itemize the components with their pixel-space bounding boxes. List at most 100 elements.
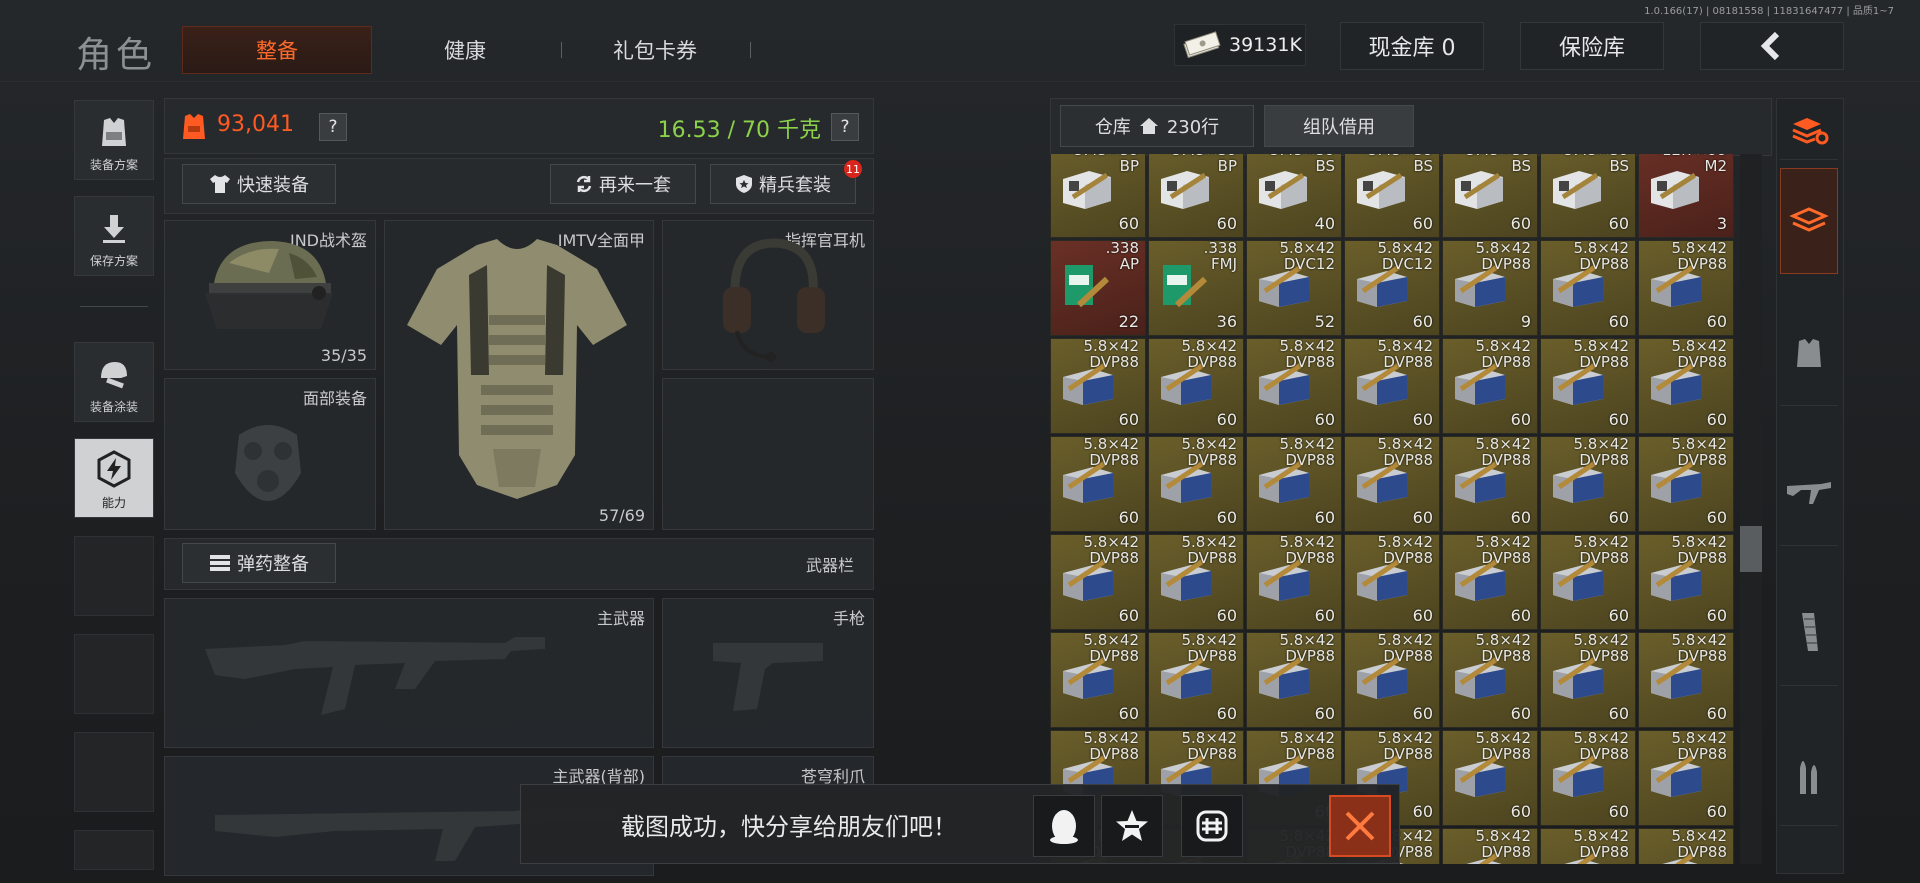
- inventory-cell[interactable]: 12.7×99M23: [1638, 154, 1734, 238]
- ammo-count: 60: [1510, 410, 1531, 429]
- empty-gear-slot[interactable]: [662, 378, 874, 530]
- category-weapons[interactable]: [1780, 440, 1838, 546]
- sort-button[interactable]: [1780, 100, 1838, 160]
- inventory-cell[interactable]: 5.8×42DVP88: [1442, 827, 1538, 864]
- inventory-cell[interactable]: 5.8×42DVP8860: [1442, 337, 1538, 434]
- inventory-cell[interactable]: 5.8×42DVP8860: [1050, 435, 1146, 532]
- team-borrow-tab[interactable]: 组队借用: [1264, 105, 1414, 147]
- inventory-cell[interactable]: 5.8×42 DVP88 9: [1442, 239, 1538, 336]
- elite-set-label: 精兵套装: [759, 175, 831, 196]
- headset-slot[interactable]: 指挥官耳机: [662, 220, 874, 370]
- back-arrow-icon: [1760, 31, 1780, 61]
- primary-weapon-slot[interactable]: 主武器: [164, 598, 654, 748]
- face-slot[interactable]: 面部装备: [164, 378, 376, 530]
- inventory-cell[interactable]: 5.8×42 DVC12 52: [1246, 239, 1342, 336]
- tab-equip[interactable]: 整备: [182, 26, 372, 74]
- inventory-cell[interactable]: 5.8×42DVP8860: [1638, 435, 1734, 532]
- inventory-cell[interactable]: 5.8×42 DVC12 60: [1344, 239, 1440, 336]
- inventory-cell[interactable]: .338 AP 22: [1050, 239, 1146, 336]
- elite-set-button[interactable]: 精兵套装: [710, 164, 856, 204]
- armor-slot[interactable]: IMTV全面甲 57/69: [384, 220, 654, 530]
- ability-label: 能力: [101, 496, 126, 510]
- inventory-cell[interactable]: 5.8×42DVP8860: [1442, 435, 1538, 532]
- inventory-cell[interactable]: .338 FMJ 36: [1148, 239, 1244, 336]
- inventory-cell[interactable]: 5.8×42DVP8860: [1246, 631, 1342, 728]
- inventory-cell[interactable]: 5.8×42DVP8860: [1050, 533, 1146, 630]
- inventory-cell[interactable]: 5.8×42DVP8860: [1344, 631, 1440, 728]
- inventory-cell[interactable]: 5.8×42DVP8860: [1148, 337, 1244, 434]
- inventory-cell[interactable]: 5.8×42DVP8860: [1442, 631, 1538, 728]
- inventory-cell[interactable]: 5.8×42DVP8860: [1148, 533, 1244, 630]
- inventory-cell[interactable]: 5.45×39BS40: [1246, 154, 1342, 238]
- inventory-cell[interactable]: 5.8×42DVP8860: [1638, 533, 1734, 630]
- inventory-cell[interactable]: 5.45×39BS60: [1540, 154, 1636, 238]
- inventory-cell[interactable]: 5.8×42DVP8860: [1246, 533, 1342, 630]
- scrollbar-thumb[interactable]: [1740, 526, 1762, 572]
- quick-equip-button[interactable]: 快速装备: [182, 164, 336, 204]
- inventory-cell[interactable]: 5.8×42DVP88: [1540, 827, 1636, 864]
- ammo-count: 60: [1216, 606, 1237, 625]
- melee-slot[interactable]: 苍穹利爪: [662, 756, 874, 786]
- back-button[interactable]: [1700, 22, 1844, 70]
- ammo-count: 60: [1510, 214, 1531, 233]
- inventory-cell[interactable]: 5.8×42DVP8860: [1148, 631, 1244, 728]
- save-plan-button[interactable]: 保存方案: [74, 196, 154, 276]
- inventory-cell[interactable]: 5.8×42DVP8860: [1638, 729, 1734, 826]
- inventory-cell[interactable]: 5.8×42DVP8860: [1442, 533, 1538, 630]
- inventory-cell[interactable]: 5.8×42DVP8860: [1344, 337, 1440, 434]
- inventory-cell[interactable]: 5.45×39BP60: [1148, 154, 1244, 238]
- ammo-box-icon: [1455, 171, 1503, 209]
- inventory-cell[interactable]: 5.8×42DVP8860: [1050, 631, 1146, 728]
- loadout-plan-button[interactable]: 装备方案: [74, 100, 154, 180]
- inventory-cell[interactable]: 5.8×42DVP8860: [1442, 729, 1538, 826]
- inventory-cell[interactable]: 5.8×42DVP8860: [1638, 631, 1734, 728]
- inventory-cell[interactable]: 5.8×42DVP8860: [1344, 435, 1440, 532]
- ammo-type: AP: [1119, 255, 1139, 273]
- inventory-cell[interactable]: 5.8×42DVP8860: [1540, 239, 1636, 336]
- warehouse-rows: 230行: [1166, 117, 1220, 138]
- inventory-cell[interactable]: 5.8×42DVP8860: [1344, 533, 1440, 630]
- category-armor[interactable]: [1780, 300, 1838, 406]
- insurance-vault-button[interactable]: 保险库: [1520, 22, 1664, 70]
- share-qzone-button[interactable]: [1101, 795, 1163, 857]
- ammo-box-icon: [1259, 171, 1307, 209]
- value-help-button[interactable]: ?: [319, 113, 347, 141]
- pistol-slot[interactable]: 手枪: [662, 598, 874, 748]
- inventory-cell[interactable]: 5.45×39BP60: [1050, 154, 1146, 238]
- share-qq-button[interactable]: [1033, 795, 1095, 857]
- share-friends-button[interactable]: [1181, 795, 1243, 857]
- tab-gift-coupons[interactable]: 礼包卡券: [590, 26, 720, 74]
- category-ammo[interactable]: [1780, 720, 1838, 826]
- inventory-cell[interactable]: 5.8×42DVP8860: [1148, 435, 1244, 532]
- scrollbar-track[interactable]: [1740, 154, 1762, 864]
- ammo-count: 3: [1716, 214, 1727, 233]
- helmet-slot[interactable]: IND战术盔 35/35: [164, 220, 376, 370]
- inventory-cell[interactable]: 5.8×42DVP8860: [1540, 631, 1636, 728]
- ammo-prep-button[interactable]: 弹药整备: [182, 543, 336, 583]
- inventory-cell[interactable]: 5.8×42DVP8860: [1540, 533, 1636, 630]
- inventory-cell[interactable]: 5.8×42DVP8860: [1050, 337, 1146, 434]
- headset-icon: [723, 238, 825, 362]
- ability-button[interactable]: 能力: [74, 438, 154, 518]
- another-set-button[interactable]: 再来一套: [550, 164, 696, 204]
- inventory-cell[interactable]: 5.8×42DVP8860: [1638, 239, 1734, 336]
- inventory-cell[interactable]: 5.8×42DVP8860: [1638, 337, 1734, 434]
- inventory-cell[interactable]: 5.8×42DVP8860: [1246, 435, 1342, 532]
- inventory-cell[interactable]: 5.8×42DVP8860: [1540, 435, 1636, 532]
- equipment-value: 93,041: [217, 112, 294, 137]
- inventory-cell[interactable]: 5.8×42DVP8860: [1540, 337, 1636, 434]
- inventory-cell[interactable]: 5.45×39BS60: [1442, 154, 1538, 238]
- inventory-cell[interactable]: 5.45×39BS60: [1344, 154, 1440, 238]
- category-all[interactable]: [1780, 168, 1838, 274]
- inventory-cell[interactable]: 5.8×42DVP88: [1638, 827, 1734, 864]
- inventory-cell[interactable]: 5.8×42DVP8860: [1540, 729, 1636, 826]
- warehouse-tab[interactable]: 仓库 230行: [1060, 105, 1254, 147]
- category-magazines[interactable]: [1780, 580, 1838, 686]
- weight-help-button[interactable]: ?: [831, 113, 859, 141]
- quick-equip-label: 快速装备: [237, 175, 309, 196]
- tab-health[interactable]: 健康: [400, 26, 530, 74]
- equipment-skin-button[interactable]: 装备涂装: [74, 342, 154, 422]
- cash-vault-button[interactable]: 现金库 0: [1340, 22, 1484, 70]
- inventory-cell[interactable]: 5.8×42DVP8860: [1246, 337, 1342, 434]
- close-toast-button[interactable]: [1329, 795, 1391, 857]
